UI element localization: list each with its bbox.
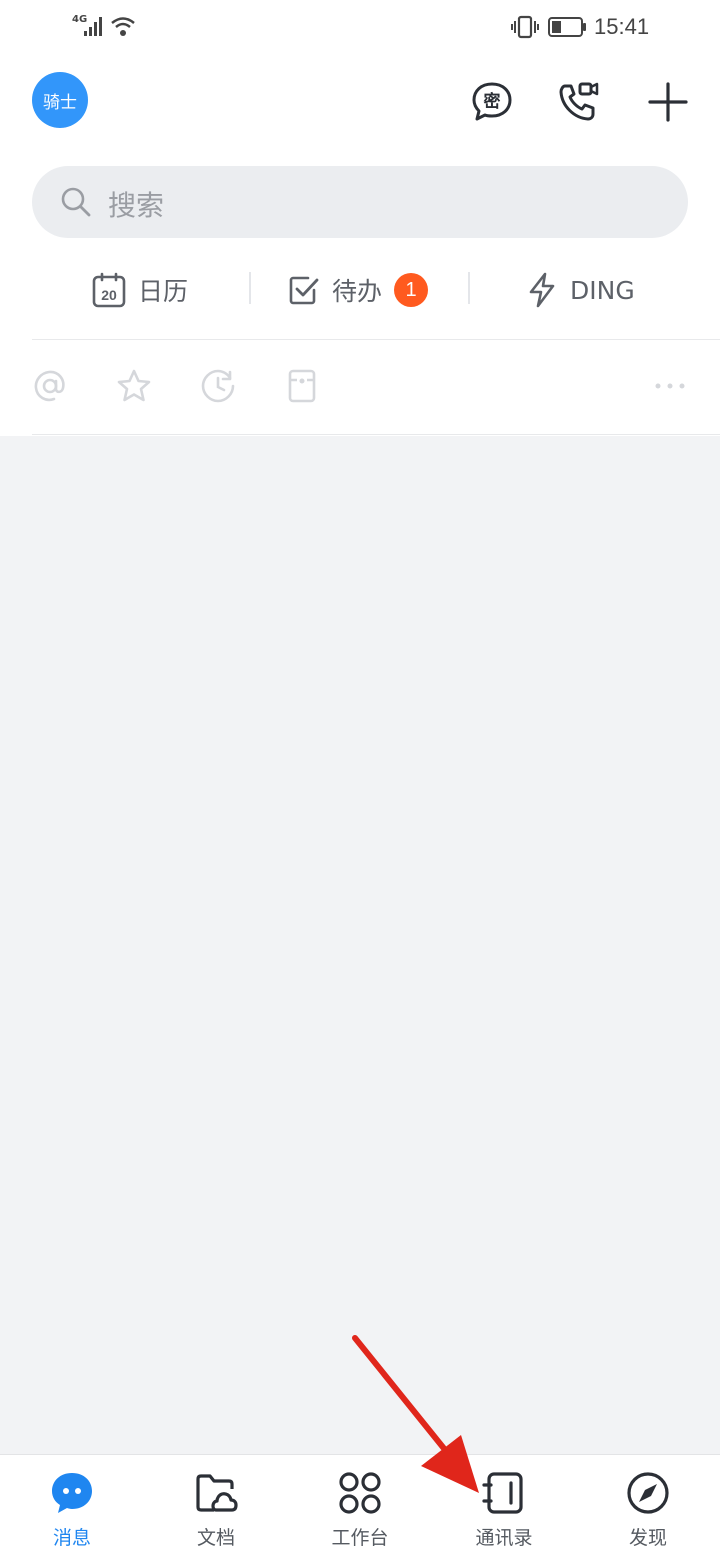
lightning-icon — [529, 272, 555, 308]
vibrate-icon — [511, 15, 539, 39]
receipt-icon[interactable] — [284, 368, 320, 404]
calendar-button[interactable]: 20 日历 — [92, 268, 188, 312]
calendar-icon: 20 — [92, 272, 126, 308]
separator — [249, 272, 251, 304]
search-placeholder: 搜索 — [108, 189, 165, 222]
signal-icon — [84, 17, 102, 36]
separator — [468, 272, 470, 304]
folder-cloud-icon — [196, 1474, 238, 1512]
tab-label: 文档 — [196, 1527, 235, 1549]
clock-icon[interactable] — [200, 368, 236, 404]
ding-label: DING — [570, 275, 635, 305]
tab-contacts[interactable]: 通讯录 — [444, 1455, 564, 1560]
message-icon — [52, 1473, 92, 1513]
avatar[interactable]: 骑士 — [32, 72, 88, 128]
tab-discover[interactable]: 发现 — [588, 1455, 708, 1560]
checkbox-icon — [289, 276, 319, 305]
tab-messages[interactable]: 消息 — [12, 1455, 132, 1560]
tab-label: 消息 — [52, 1527, 91, 1549]
divider — [32, 434, 720, 435]
todo-button[interactable]: 待办 1 — [288, 268, 429, 312]
star-icon[interactable] — [116, 368, 152, 404]
at-mention-icon[interactable] — [32, 368, 68, 404]
todo-count-badge: 1 — [394, 273, 429, 307]
video-call-icon[interactable] — [556, 80, 600, 124]
more-icon[interactable] — [652, 368, 688, 404]
search-bar[interactable]: 搜索 — [32, 166, 688, 238]
workbench-icon — [339, 1472, 381, 1514]
todo-label: 待办 — [332, 277, 383, 306]
calendar-label: 日历 — [138, 277, 189, 306]
tab-label: 工作台 — [331, 1527, 389, 1549]
tab-label: 通讯录 — [475, 1527, 533, 1549]
ding-button[interactable]: DING — [526, 268, 635, 312]
compass-icon — [627, 1472, 669, 1514]
bottom-tab-bar: 消息 文档 工作台 通讯录 发现 — [0, 1454, 720, 1560]
search-icon — [61, 187, 91, 217]
svg-text:密: 密 — [484, 91, 501, 112]
divider — [32, 339, 720, 340]
tab-docs[interactable]: 文档 — [156, 1455, 276, 1560]
tab-label: 发现 — [628, 1527, 667, 1549]
calendar-day: 20 — [101, 287, 117, 303]
plus-icon[interactable] — [646, 80, 690, 124]
tab-workbench[interactable]: 工作台 — [300, 1455, 420, 1560]
battery-icon — [548, 17, 586, 37]
contacts-icon — [482, 1472, 523, 1514]
status-bar: 4G 15:41 — [0, 0, 720, 56]
secret-chat-icon[interactable]: 密 — [470, 80, 514, 124]
clock-time: 15:41 — [594, 14, 650, 39]
wifi-icon — [111, 17, 135, 36]
